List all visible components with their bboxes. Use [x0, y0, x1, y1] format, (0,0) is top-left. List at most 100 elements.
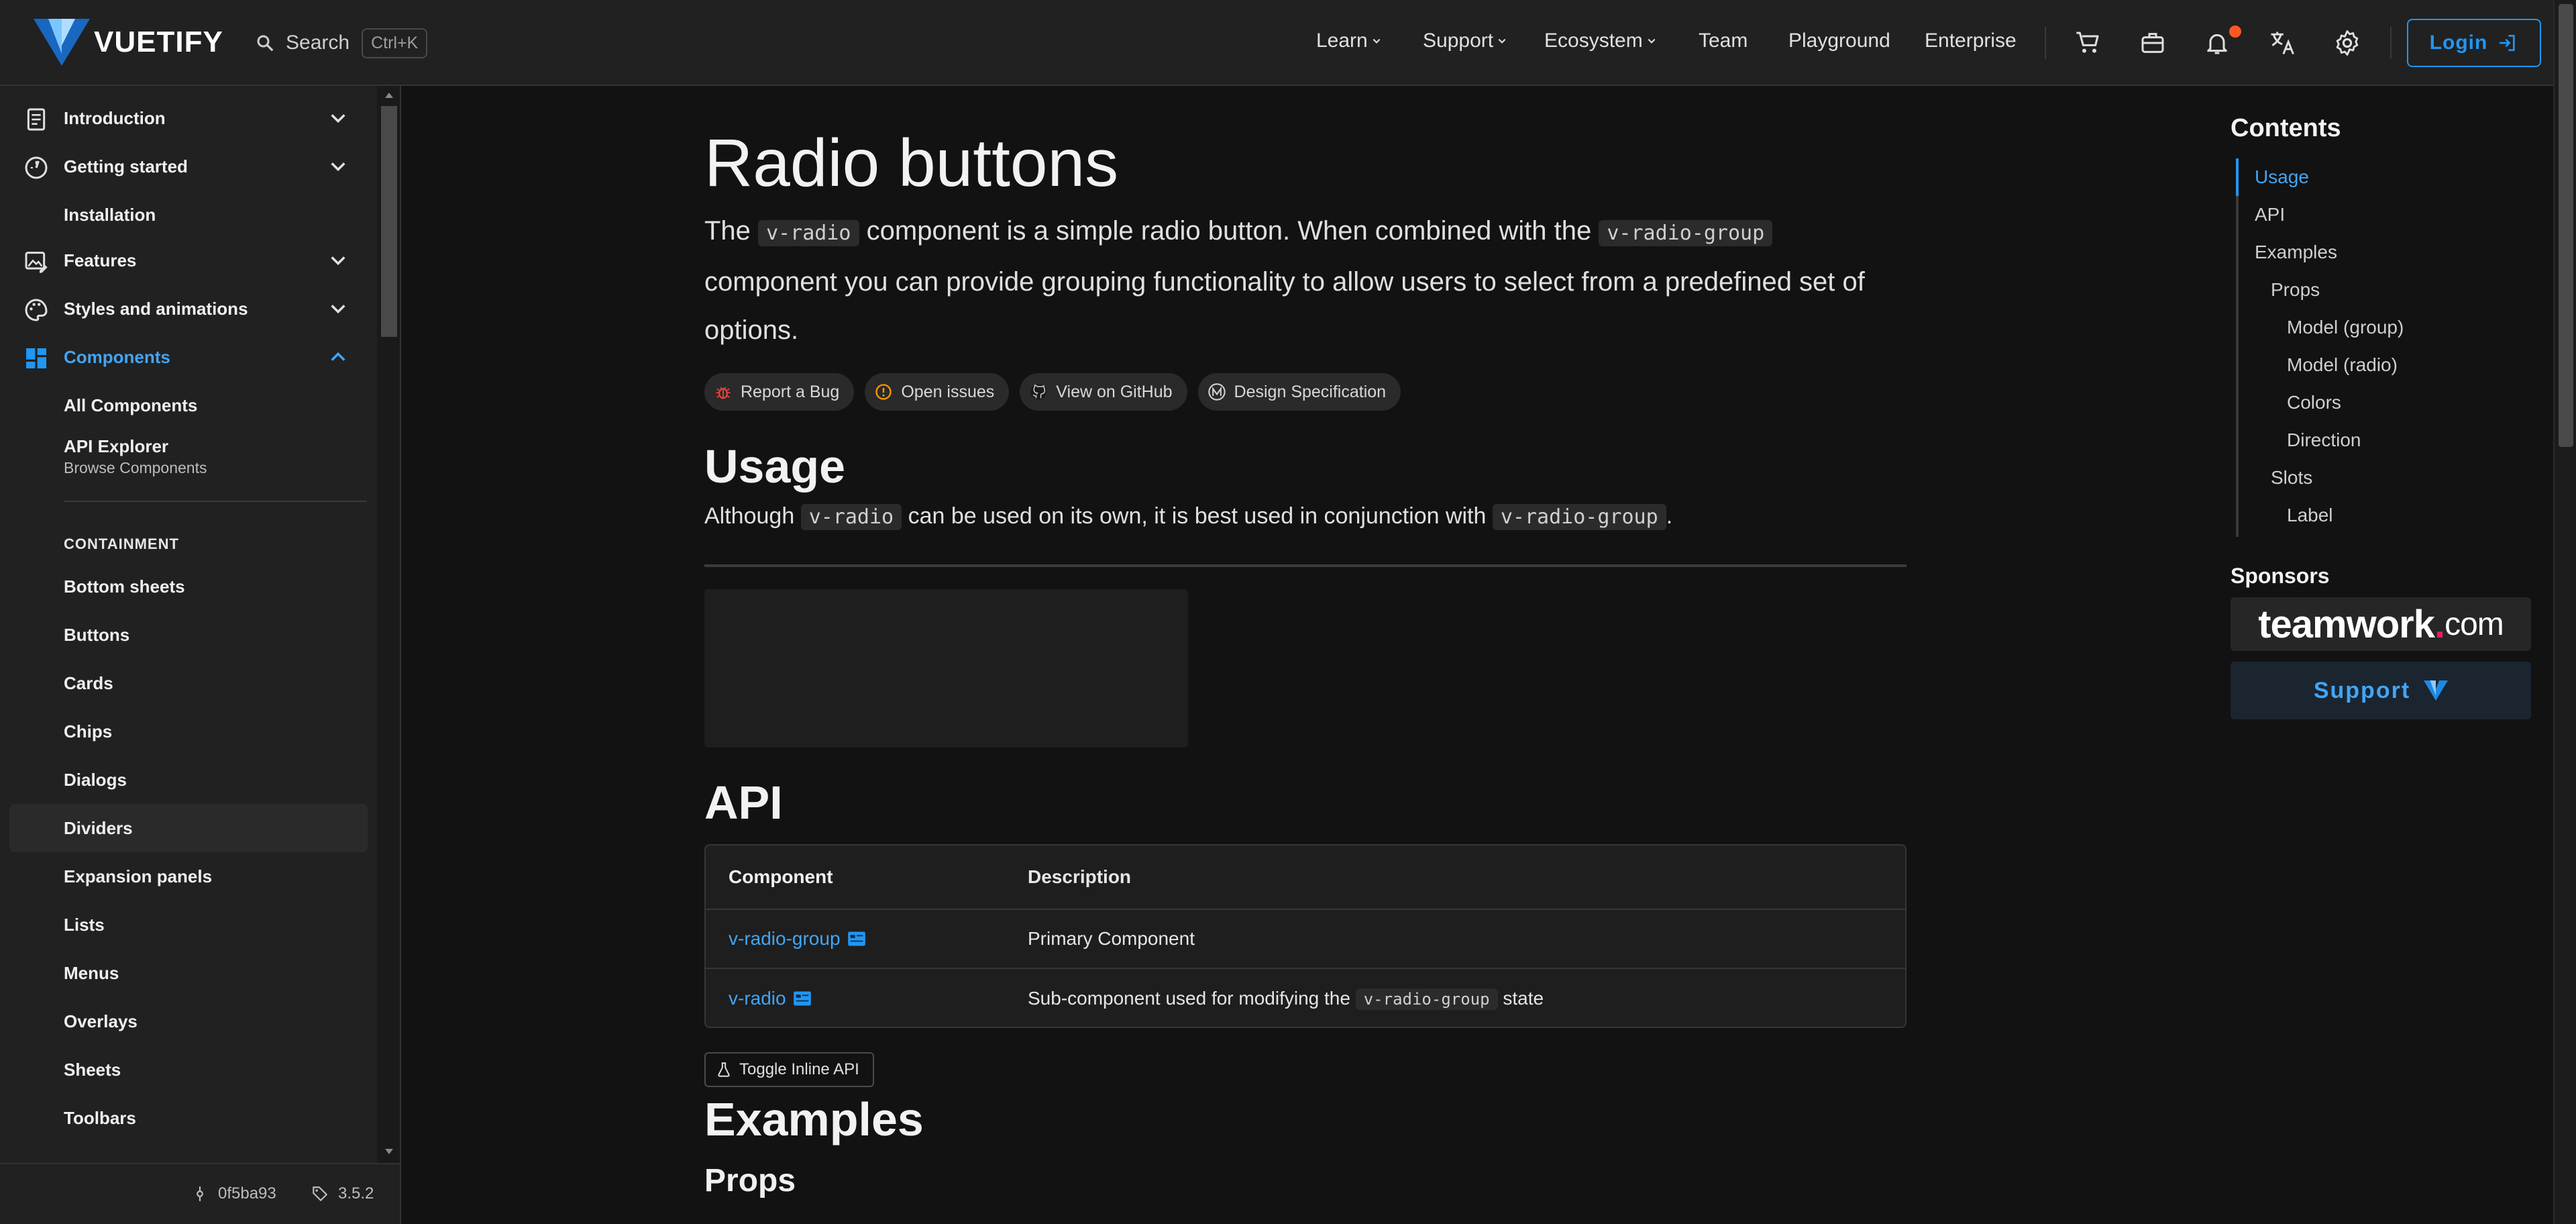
toc-item-usage[interactable]: Usage: [2255, 166, 2309, 188]
sidebar-item-sheets[interactable]: Sheets: [9, 1046, 368, 1094]
sidebar-group-features[interactable]: Features: [0, 236, 376, 285]
sidebar-scrollbar-thumb[interactable]: [381, 106, 397, 337]
usage-heading[interactable]: Usage: [704, 440, 845, 493]
cart-button[interactable]: [2070, 26, 2105, 60]
scroll-up-icon: [385, 93, 393, 98]
sidebar-item-menus[interactable]: Menus: [9, 949, 368, 997]
sidebar-scrollbar[interactable]: [377, 86, 400, 1163]
toc-item-api[interactable]: API: [2255, 204, 2285, 225]
chip-label: Design Specification: [1234, 382, 1387, 401]
sidebar-item-lists[interactable]: Lists: [9, 901, 368, 949]
api-link-v-radio[interactable]: v-radio: [729, 988, 812, 1009]
vuetify-logo[interactable]: VUETIFY: [34, 19, 223, 66]
nav-playground[interactable]: Playground: [1788, 30, 1890, 52]
sidebar-item-label: Expansion panels: [64, 866, 213, 886]
inline-code: v-radio: [758, 220, 859, 246]
description-text: state: [1503, 988, 1544, 1009]
nav-support[interactable]: Support: [1423, 30, 1507, 52]
nav-ecosystem[interactable]: Ecosystem: [1544, 30, 1656, 52]
version-number: 3.5.2: [338, 1184, 374, 1203]
chevron-down-icon: [1648, 38, 1656, 44]
toggle-inline-api-button[interactable]: Toggle Inline API: [704, 1052, 874, 1087]
sidebar-item-chips[interactable]: Chips: [9, 707, 368, 756]
version-link[interactable]: 3.5.2: [311, 1184, 374, 1203]
search-button[interactable]: Search Ctrl+K: [255, 27, 428, 59]
sidebar-item-toolbars[interactable]: Toolbars: [9, 1094, 368, 1142]
toc-item-model-group[interactable]: Model (group): [2287, 317, 2404, 338]
sidebar-item-label: Lists: [64, 914, 105, 935]
login-label: Login: [2429, 32, 2488, 54]
toc-item-direction[interactable]: Direction: [2287, 429, 2361, 451]
chevron-down-icon: [331, 162, 345, 172]
sponsor-teamwork[interactable]: teamwork. com: [2231, 597, 2531, 651]
language-button[interactable]: [2265, 26, 2300, 60]
commit-link[interactable]: 0f5ba93: [191, 1184, 276, 1203]
sidebar-item-expansion-panels[interactable]: Expansion panels: [9, 852, 368, 901]
sidebar-item-dividers[interactable]: Dividers: [9, 804, 368, 852]
chevron-down-icon: [331, 305, 345, 314]
inline-code: v-radio: [800, 504, 902, 530]
sidebar-group-label: Features: [64, 250, 137, 270]
sidebar-group-label: Styles and animations: [64, 298, 248, 319]
nav-learn[interactable]: Learn: [1316, 30, 1381, 52]
sidebar-group-components[interactable]: Components: [0, 333, 376, 381]
nav-enterprise[interactable]: Enterprise: [1925, 30, 2017, 52]
sponsor-dot: .: [2434, 602, 2445, 646]
sidebar-item-all-components[interactable]: All Components: [9, 381, 368, 429]
login-icon: [2500, 35, 2515, 51]
nav-support-label: Support: [1423, 30, 1494, 52]
jobs-button[interactable]: [2135, 26, 2170, 60]
api-link-v-radio-group[interactable]: v-radio-group: [729, 928, 866, 950]
sidebar-item-label: Cards: [64, 672, 113, 693]
toc-item-model-radio[interactable]: Model (radio): [2287, 354, 2398, 376]
design-spec-chip[interactable]: Design Specification: [1197, 373, 1401, 411]
sidebar-group-label: Introduction: [64, 107, 166, 128]
nav-team-label: Team: [1699, 30, 1748, 52]
sidebar-item-api-explorer[interactable]: API Explorer Browse Components: [9, 427, 368, 483]
sidebar-item-label: Menus: [64, 962, 119, 983]
page-scrollbar[interactable]: [2553, 0, 2576, 1224]
sidebar-group-introduction[interactable]: Introduction: [0, 94, 376, 142]
sidebar: Introduction Getting started Installatio…: [0, 86, 401, 1224]
sidebar-group-styles[interactable]: Styles and animations: [0, 285, 376, 333]
scroll-down-icon: [385, 1149, 393, 1154]
open-issues-chip[interactable]: Open issues: [865, 373, 1010, 411]
toc-active-indicator: [2236, 158, 2239, 196]
table-row: v-radio-group Primary Component: [706, 910, 1905, 969]
intro-paragraph: The v-radio component is a simple radio …: [704, 207, 1912, 354]
toc-item-colors[interactable]: Colors: [2287, 392, 2341, 413]
props-heading[interactable]: Props: [704, 1162, 796, 1199]
github-icon: [1030, 384, 1046, 400]
sidebar-item-overlays[interactable]: Overlays: [9, 997, 368, 1046]
toc-item-label[interactable]: Label: [2287, 505, 2333, 526]
login-button[interactable]: Login: [2407, 19, 2541, 67]
report-bug-chip[interactable]: Report a Bug: [704, 373, 855, 411]
examples-heading[interactable]: Examples: [704, 1092, 924, 1146]
nav-playground-label: Playground: [1788, 30, 1890, 52]
settings-button[interactable]: [2330, 26, 2365, 60]
table-header-row: Component Description: [706, 846, 1905, 910]
toc-item-slots[interactable]: Slots: [2271, 467, 2312, 489]
sidebar-group-getting-started[interactable]: Getting started: [0, 142, 376, 191]
usage-demo-area: [704, 589, 1188, 748]
page-scrollbar-thumb[interactable]: [2559, 4, 2573, 447]
sidebar-item-dialogs[interactable]: Dialogs: [9, 756, 368, 804]
sidebar-item-cards[interactable]: Cards: [9, 659, 368, 707]
api-heading[interactable]: API: [704, 776, 783, 829]
notification-badge: [2229, 26, 2241, 38]
usage-text: can be used on its own, it is best used …: [908, 503, 1487, 529]
sidebar-item-label: API Explorer: [64, 436, 169, 456]
nav-team[interactable]: Team: [1699, 30, 1748, 52]
image-edit-icon: [25, 252, 48, 273]
sidebar-item-label: Dialogs: [64, 769, 127, 790]
github-chip[interactable]: View on GitHub: [1020, 373, 1187, 411]
toc-item-props[interactable]: Props: [2271, 279, 2320, 301]
support-button[interactable]: Support: [2231, 662, 2531, 719]
sidebar-item-installation[interactable]: Installation: [9, 191, 368, 239]
toc-item-examples[interactable]: Examples: [2255, 242, 2337, 263]
sidebar-item-bottom-sheets[interactable]: Bottom sheets: [9, 562, 368, 611]
sidebar-item-buttons[interactable]: Buttons: [9, 611, 368, 659]
cart-icon: [2076, 32, 2099, 53]
table-header-description: Description: [1028, 866, 1132, 887]
sidebar-item-label: All Components: [64, 395, 198, 415]
